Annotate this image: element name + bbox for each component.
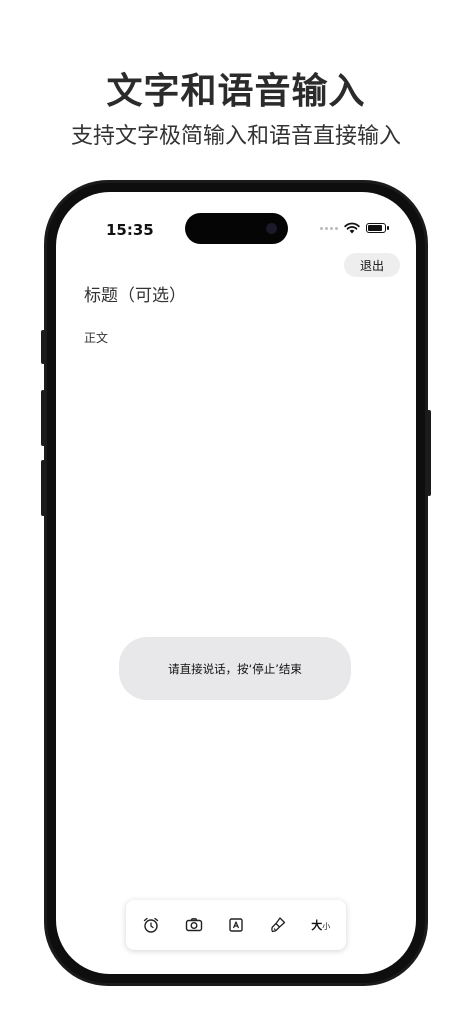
brush-button[interactable] [263,910,293,940]
font-size-button[interactable]: 大小 [306,910,336,940]
text-format-button[interactable] [221,910,251,940]
status-time: 15:35 [106,221,154,239]
alarm-button[interactable] [136,910,166,940]
voice-input-toast: 请直接说话，按‘停止’结束 [119,637,351,700]
font-size-icon: 大小 [311,917,330,933]
battery-icon [366,223,389,233]
dynamic-island [185,213,288,244]
wifi-icon [344,222,360,234]
body-textarea[interactable] [84,329,384,629]
brush-icon [271,917,286,933]
promo-headline: 文字和语音输入 [106,71,366,112]
signal-icon [320,226,338,230]
text-format-icon [229,918,243,932]
camera-button[interactable] [179,910,209,940]
font-size-small: 小 [322,922,331,931]
editor-toolbar: 大小 [126,900,346,950]
phone-frame: 15:35 退出 请直接说话，按‘停止’结束 [44,180,428,986]
front-camera-icon [266,223,277,234]
toast-message: 请直接说话，按‘停止’结束 [168,661,302,676]
alarm-clock-icon [143,917,159,933]
camera-icon [185,918,202,932]
title-input[interactable] [84,286,384,306]
promo-subheadline: 支持文字极简输入和语音直接输入 [70,124,401,149]
font-size-big: 大 [311,919,323,932]
phone-screen: 15:35 退出 请直接说话，按‘停止’结束 [56,192,416,974]
exit-button[interactable]: 退出 [344,253,400,277]
status-icons [320,222,389,234]
